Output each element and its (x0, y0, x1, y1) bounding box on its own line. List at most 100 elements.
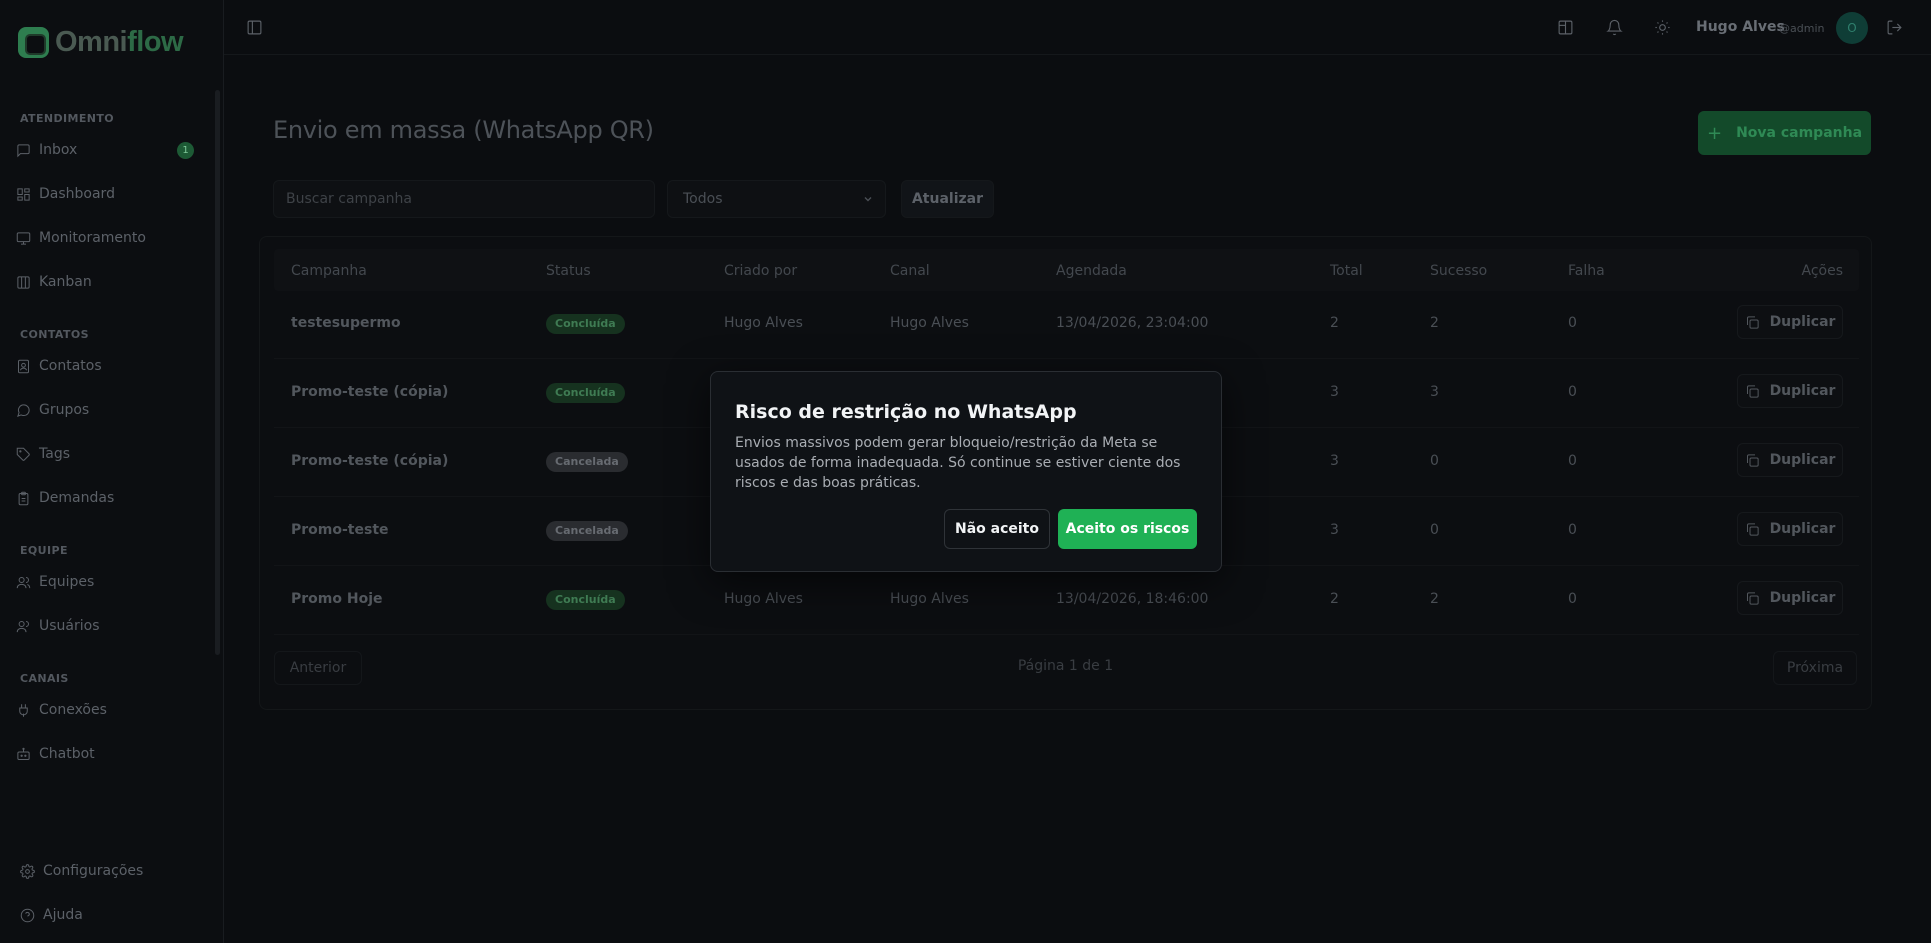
logout-icon[interactable] (1886, 19, 1903, 36)
duplicate-button[interactable]: Duplicar (1737, 443, 1843, 477)
cell-total: 2 (1330, 315, 1339, 331)
sidebar: Omniflow ATENDIMENTO Inbox 1 Dashboard Monit… (0, 0, 224, 943)
column-header-criado-por: Criado por (724, 263, 798, 279)
status-filter-select[interactable]: Todos (667, 180, 886, 218)
chevron-down-icon (864, 197, 872, 202)
dialog-body: Envios massivos podem gerar bloqueio/res… (735, 435, 1181, 491)
sidebar-item-contatos[interactable]: Contatos (0, 344, 214, 388)
avatar[interactable]: O (1836, 12, 1868, 44)
cell-campaign: Promo-teste (cópia) (291, 384, 449, 400)
column-header-acoes: Ações (1801, 263, 1843, 279)
duplicate-label: Duplicar (1769, 314, 1836, 330)
sidebar-item-label: Conexões (39, 702, 107, 718)
sidebar-nav: ATENDIMENTO Inbox 1 Dashboard Monitoramento K… (0, 100, 214, 776)
sidebar-toggle-icon[interactable] (246, 19, 263, 36)
cell-success: 0 (1430, 522, 1439, 538)
help-circle-icon (20, 908, 35, 922)
sidebar-item-label: Chatbot (39, 746, 95, 762)
sidebar-item-label: Configurações (43, 863, 144, 879)
cell-failure: 0 (1568, 522, 1577, 538)
cell-total: 3 (1330, 522, 1339, 538)
cell-total: 3 (1330, 453, 1339, 469)
sidebar-item-grupos[interactable]: Grupos (0, 388, 214, 432)
new-campaign-label: Nova campanha (1736, 125, 1863, 141)
new-campaign-button[interactable]: + Nova campanha (1698, 111, 1871, 155)
duplicate-label: Duplicar (1769, 383, 1836, 399)
page-info: Página 1 de 1 (1017, 658, 1114, 674)
cell-channel: Hugo Alves (890, 591, 969, 607)
copy-icon (1746, 453, 1759, 467)
logo-mark-icon (18, 27, 49, 58)
sidebar-item-monitoramento[interactable]: Monitoramento (0, 216, 214, 260)
search-input[interactable]: Buscar campanha (273, 180, 655, 218)
status-badge: Cancelada (546, 452, 628, 472)
page-title: Envio em massa (WhatsApp QR) (273, 116, 654, 144)
status-filter-value: Todos (683, 191, 723, 207)
risk-warning-dialog: Risco de restrição no WhatsApp Envios ma… (710, 371, 1222, 572)
sidebar-section-title: ATENDIMENTO (20, 112, 115, 125)
column-header-falha: Falha (1568, 263, 1605, 279)
status-badge: Concluída (546, 314, 625, 334)
sidebar-scrollbar[interactable] (215, 90, 220, 655)
sidebar-item-label: Demandas (39, 490, 115, 506)
sidebar-item-demandas[interactable]: Demandas (0, 476, 214, 520)
sidebar-item-inbox[interactable]: Inbox 1 (0, 128, 214, 172)
monitor-icon (16, 231, 31, 245)
dialog-title: Risco de restrição no WhatsApp (735, 401, 1077, 423)
sidebar-item-conexoes[interactable]: Conexões (0, 688, 214, 732)
cell-total: 2 (1330, 591, 1339, 607)
cell-success: 2 (1430, 591, 1439, 607)
sidebar-item-configuracoes[interactable]: Configurações (0, 849, 214, 893)
cell-scheduled: 13/04/2026, 18:46:00 (1056, 591, 1209, 607)
sidebar-item-chatbot[interactable]: Chatbot (0, 732, 214, 776)
grid-icon (17, 187, 30, 201)
sidebar-item-ajuda[interactable]: Ajuda (0, 893, 214, 937)
accept-risks-button[interactable]: Aceito os riscos (1058, 509, 1197, 549)
sidebar-item-label: Equipes (39, 574, 95, 590)
duplicate-button[interactable]: Duplicar (1737, 374, 1843, 408)
cell-campaign: Promo Hoje (291, 591, 383, 607)
logo-text: Omniflow (55, 26, 184, 58)
column-header-campanha: Campanha (291, 263, 367, 279)
table-row[interactable]: Promo Hoje Concluída Hugo Alves Hugo Alves 1… (274, 567, 1859, 635)
tag-icon (16, 447, 30, 461)
app-logo[interactable]: Omniflow (18, 26, 184, 59)
next-page-button[interactable]: Próxima (1773, 651, 1857, 685)
sidebar-item-label: Ajuda (43, 907, 83, 923)
cell-failure: 0 (1568, 591, 1577, 607)
sidebar-item-label: Tags (39, 446, 70, 462)
copy-icon (1746, 522, 1759, 536)
layout-columns-icon[interactable] (1557, 19, 1574, 36)
cell-total: 3 (1330, 384, 1339, 400)
sidebar-item-equipes[interactable]: Equipes (0, 560, 214, 604)
duplicate-button[interactable]: Duplicar (1737, 305, 1843, 339)
sun-icon[interactable] (1654, 19, 1671, 36)
chat-bubble-icon (17, 403, 30, 417)
users-icon (16, 576, 31, 588)
duplicate-button[interactable]: Duplicar (1737, 581, 1843, 615)
bell-icon[interactable] (1606, 19, 1623, 36)
status-badge: Cancelada (546, 521, 628, 541)
table-row[interactable]: testesupermo Concluída Hugo Alves Hugo Alve… (274, 291, 1859, 359)
sidebar-item-dashboard[interactable]: Dashboard (0, 172, 214, 216)
sidebar-item-usuarios[interactable]: Usuários (0, 604, 214, 648)
sidebar-item-kanban[interactable]: Kanban (0, 260, 214, 304)
sidebar-item-label: Usuários (39, 618, 100, 634)
unread-count-badge: 1 (177, 142, 194, 159)
column-header-agendada: Agendada (1056, 263, 1127, 279)
cell-channel: Hugo Alves (890, 315, 969, 331)
duplicate-label: Duplicar (1769, 521, 1836, 537)
sidebar-item-tags[interactable]: Tags (0, 432, 214, 476)
bot-icon (17, 747, 30, 760)
duplicate-button[interactable]: Duplicar (1737, 512, 1843, 546)
column-header-total: Total (1330, 263, 1363, 279)
message-square-icon (17, 143, 30, 157)
refresh-button[interactable]: Atualizar (901, 180, 994, 218)
sidebar-item-label: Kanban (39, 274, 92, 290)
plus-icon: + (1706, 122, 1723, 144)
decline-button[interactable]: Não aceito (944, 509, 1050, 549)
column-header-sucesso: Sucesso (1430, 263, 1488, 279)
cell-failure: 0 (1568, 384, 1577, 400)
status-badge: Concluída (546, 383, 625, 403)
column-header-status: Status (546, 263, 591, 279)
